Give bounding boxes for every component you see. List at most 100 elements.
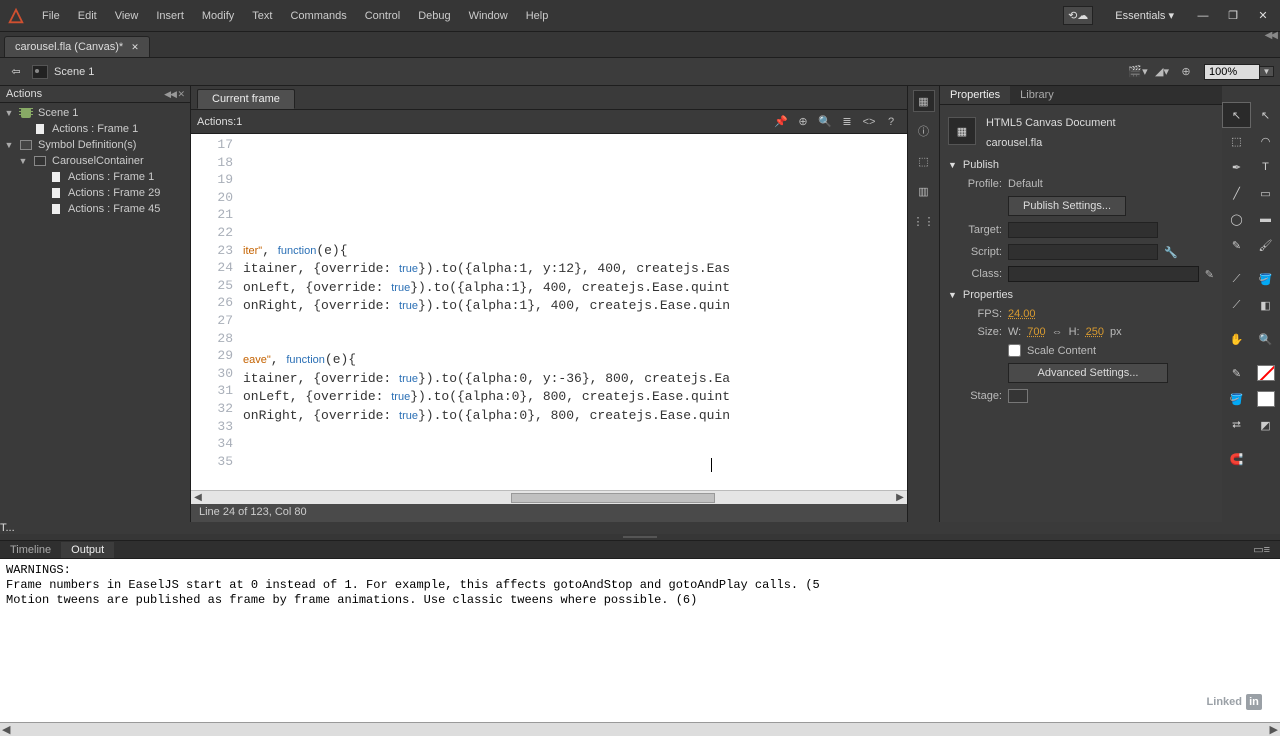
menu-modify[interactable]: Modify [194, 6, 242, 26]
tab-timeline[interactable]: Timeline [0, 542, 61, 558]
eyedropper-tool[interactable]: ⟋ [1222, 292, 1251, 318]
collapse-icon[interactable]: ◀◀ [1265, 30, 1276, 41]
subselect-tool[interactable]: ↖ [1251, 102, 1280, 128]
workspace-switcher[interactable]: Essentials ▾ [1105, 7, 1184, 24]
close-icon[interactable]: ✕ [131, 42, 139, 53]
scale-content-checkbox[interactable] [1008, 344, 1021, 357]
publish-section[interactable]: ▼Publish [948, 155, 1214, 175]
tree-frame-action[interactable]: Actions : Frame 1 [0, 169, 190, 185]
eraser-tool[interactable]: ◧ [1251, 292, 1280, 318]
fill-swatch[interactable] [1257, 391, 1275, 407]
align-icon[interactable]: ▦ [913, 90, 935, 112]
hand-tool[interactable]: ✋ [1222, 326, 1251, 352]
menu-view[interactable]: View [107, 6, 147, 26]
menu-debug[interactable]: Debug [410, 6, 458, 26]
panel-menu-icon[interactable]: ◀◀ ✕ [164, 89, 184, 100]
lasso-tool[interactable]: ◠ [1251, 128, 1280, 154]
scroll-thumb[interactable] [511, 493, 715, 503]
menu-insert[interactable]: Insert [148, 6, 192, 26]
pen-tool[interactable]: ✒ [1222, 154, 1251, 180]
swap-colors-icon[interactable]: ⮂ [1222, 412, 1251, 438]
bone-tool[interactable]: ⟋ [1222, 266, 1251, 292]
publish-settings-button[interactable]: Publish Settings... [1008, 196, 1126, 216]
menu-edit[interactable]: Edit [70, 6, 105, 26]
code-editor[interactable]: 17181920212223242526272829303132333435 ⊟… [191, 134, 907, 490]
snippets-icon[interactable]: <> [859, 113, 879, 131]
properties-section[interactable]: ▼Properties [948, 285, 1214, 305]
scene-breadcrumb[interactable]: Scene 1 [32, 65, 94, 79]
advanced-settings-button[interactable]: Advanced Settings... [1008, 363, 1168, 383]
tree-scene[interactable]: ▼Scene 1 [0, 105, 190, 121]
tab-library[interactable]: Library [1010, 86, 1064, 104]
scroll-right-icon[interactable]: ▶ [893, 491, 907, 505]
polystar-tool[interactable]: ▬ [1251, 206, 1280, 232]
class-input[interactable] [1008, 266, 1199, 282]
zoom-dropdown[interactable]: ▼ [1260, 66, 1274, 77]
default-colors-icon[interactable]: ◩ [1251, 412, 1280, 438]
free-transform-tool[interactable]: ⬚ [1222, 128, 1251, 154]
tab-properties[interactable]: Properties [940, 86, 1010, 104]
paint-bucket-tool[interactable]: 🪣 [1251, 266, 1280, 292]
window-restore[interactable]: ❐ [1222, 8, 1244, 24]
tree-container[interactable]: ▼CarouselContainer [0, 153, 190, 169]
fps-value[interactable]: 24.00 [1008, 308, 1036, 320]
pencil-tool[interactable]: ✎ [1222, 232, 1251, 258]
components-icon[interactable]: ⋮⋮ [913, 210, 935, 232]
swatches-icon[interactable]: ▥ [913, 180, 935, 202]
text-tool[interactable]: T [1251, 154, 1280, 180]
find-icon[interactable]: 🔍 [815, 113, 835, 131]
selection-tool[interactable]: ↖ [1222, 102, 1251, 128]
tree-frame-action[interactable]: Actions : Frame 29 [0, 185, 190, 201]
window-close[interactable]: ✕ [1252, 8, 1274, 24]
stroke-color[interactable]: ✎ [1222, 360, 1251, 386]
h-scrollbar[interactable]: ◀ ▶ [191, 490, 907, 504]
help-icon[interactable]: ? [881, 113, 901, 131]
center-stage-icon[interactable]: ⊕ [1176, 62, 1196, 82]
edit-scene-icon[interactable]: 🎬▾ [1128, 62, 1148, 82]
code-area[interactable]: ⊟iter", function(e){ itainer, {override:… [243, 134, 907, 490]
scroll-left-icon[interactable]: ◀ [191, 491, 205, 505]
height-value[interactable]: 250 [1086, 326, 1104, 338]
fill-color[interactable]: 🪣 [1222, 386, 1251, 412]
menu-text[interactable]: Text [244, 6, 280, 26]
output-console[interactable]: WARNINGS: Frame numbers in EaselJS start… [0, 559, 1280, 722]
zoom-tool[interactable]: 🔍 [1251, 326, 1280, 352]
transform-icon[interactable]: ⬚ [913, 150, 935, 172]
edit-class-icon[interactable]: ✎ [1205, 268, 1214, 281]
menu-window[interactable]: Window [461, 6, 516, 26]
panel-menu-icon[interactable]: ▭≡ [1243, 541, 1280, 558]
target-select[interactable] [1008, 222, 1158, 238]
tree-frame-action[interactable]: Actions : Frame 45 [0, 201, 190, 217]
link-icon[interactable]: ⇔ [1052, 326, 1063, 338]
line-tool[interactable]: ╱ [1222, 180, 1251, 206]
back-icon[interactable]: ⇦ [6, 62, 26, 82]
menu-file[interactable]: File [34, 6, 68, 26]
rectangle-tool[interactable]: ▭ [1251, 180, 1280, 206]
insert-path-icon[interactable]: ⊕ [793, 113, 813, 131]
window-minimize[interactable]: — [1192, 8, 1214, 24]
tree-frame-action[interactable]: Actions : Frame 1 [0, 121, 190, 137]
tab-output[interactable]: Output [61, 542, 114, 558]
stroke-swatch[interactable] [1257, 365, 1275, 381]
sync-icon[interactable]: ⟲☁ [1063, 6, 1093, 25]
oval-tool[interactable]: ◯ [1222, 206, 1251, 232]
format-icon[interactable]: ≣ [837, 113, 857, 131]
info-icon[interactable]: ⓘ [913, 120, 935, 142]
menu-control[interactable]: Control [357, 6, 408, 26]
snap-icon[interactable]: 🧲 [1222, 446, 1251, 472]
current-frame-tab[interactable]: Current frame [197, 89, 295, 109]
width-value[interactable]: 700 [1027, 326, 1045, 338]
menu-help[interactable]: Help [518, 6, 557, 26]
brush-tool[interactable]: 🖌 [1251, 232, 1280, 258]
menu-commands[interactable]: Commands [282, 6, 354, 26]
zoom-input[interactable]: 100% [1204, 64, 1260, 80]
output-scrollbar[interactable]: ◀▶ [0, 722, 1280, 736]
stage-color-swatch[interactable] [1008, 389, 1028, 403]
edit-symbols-icon[interactable]: ◢▾ [1152, 62, 1172, 82]
pin-icon[interactable]: 📌 [771, 113, 791, 131]
tree-symbol-defs[interactable]: ▼Symbol Definition(s) [0, 137, 190, 153]
wrench-icon[interactable]: 🔧 [1164, 246, 1178, 259]
file-tab[interactable]: carousel.fla (Canvas)* ✕ [4, 36, 150, 57]
script-select[interactable] [1008, 244, 1158, 260]
tools-tab-label[interactable]: T... [0, 522, 1280, 534]
